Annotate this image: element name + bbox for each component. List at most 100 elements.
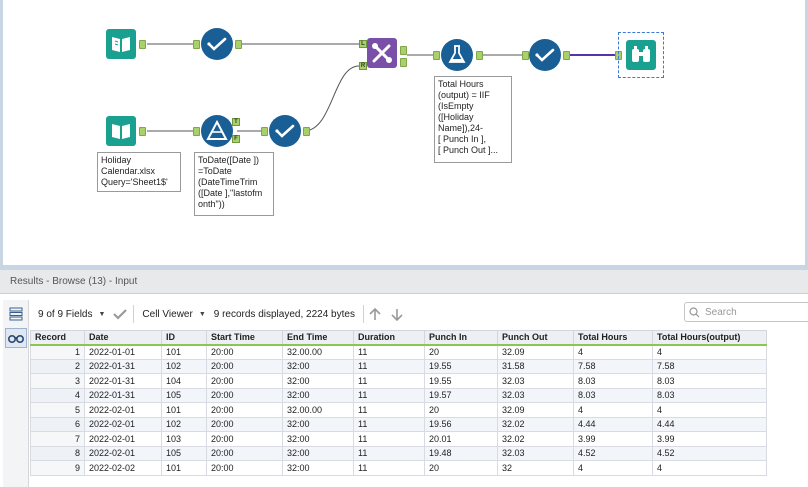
table-cell[interactable]: 5 bbox=[30, 402, 85, 418]
table-cell[interactable]: 101 bbox=[161, 344, 207, 360]
formula-tool-2[interactable] bbox=[441, 39, 473, 71]
table-cell[interactable]: 32:00 bbox=[282, 460, 354, 476]
table-cell[interactable]: 20:00 bbox=[206, 373, 283, 389]
table-cell[interactable]: 19.55 bbox=[424, 358, 498, 374]
table-cell[interactable]: 32.00.00 bbox=[282, 402, 354, 418]
input-anchor[interactable] bbox=[193, 40, 200, 49]
table-cell[interactable]: 8.03 bbox=[573, 387, 653, 403]
table-cell[interactable]: 2022-01-31 bbox=[84, 373, 162, 389]
output-anchor[interactable] bbox=[139, 127, 146, 136]
table-cell[interactable]: 102 bbox=[161, 416, 207, 432]
join-right-anchor[interactable]: R bbox=[359, 62, 367, 70]
input-anchor[interactable] bbox=[433, 51, 440, 60]
input-anchor[interactable] bbox=[522, 51, 529, 60]
output-anchor[interactable] bbox=[235, 40, 242, 49]
output-anchor[interactable] bbox=[139, 40, 146, 49]
table-cell[interactable]: 32.03 bbox=[497, 445, 574, 461]
input-data-tool-2[interactable] bbox=[106, 116, 136, 146]
table-cell[interactable]: 8.03 bbox=[573, 373, 653, 389]
table-cell[interactable]: 11 bbox=[353, 387, 425, 403]
table-row[interactable]: 3 2022-01-31 104 20:00 32:00 11 19.55 32.03 8.03… bbox=[30, 373, 767, 389]
column-header[interactable]: Start Time bbox=[206, 330, 283, 346]
fields-dropdown[interactable]: 9 of 9 Fields ▼ bbox=[30, 304, 113, 324]
table-row[interactable]: 8 2022-02-01 105 20:00 32:00 11 19.48 32.03 4.52… bbox=[30, 445, 767, 461]
input-data-tool-1[interactable] bbox=[106, 29, 136, 59]
table-cell[interactable]: 11 bbox=[353, 402, 425, 418]
table-cell[interactable]: 1 bbox=[30, 344, 85, 360]
browse-view-button[interactable] bbox=[5, 328, 27, 348]
table-cell[interactable]: 4.52 bbox=[573, 445, 653, 461]
select-tool-2[interactable] bbox=[269, 115, 301, 147]
table-cell[interactable]: 2022-01-31 bbox=[84, 358, 162, 374]
table-cell[interactable]: 32:00 bbox=[282, 416, 354, 432]
table-cell[interactable]: 3.99 bbox=[573, 431, 653, 447]
table-cell[interactable]: 32 bbox=[497, 460, 574, 476]
table-cell[interactable]: 2022-02-01 bbox=[84, 431, 162, 447]
table-row[interactable]: 9 2022-02-02 101 20:00 32:00 11 20 32 4 4 bbox=[30, 460, 767, 476]
formula-tool-1[interactable] bbox=[201, 115, 233, 147]
data-view-button[interactable] bbox=[5, 304, 27, 324]
column-header[interactable]: Total Hours(output) bbox=[652, 330, 767, 346]
table-cell[interactable]: 11 bbox=[353, 373, 425, 389]
table-cell[interactable]: 4 bbox=[652, 344, 767, 360]
search-box[interactable] bbox=[684, 302, 808, 322]
table-cell[interactable]: 105 bbox=[161, 387, 207, 403]
column-header[interactable]: End Time bbox=[282, 330, 354, 346]
table-row[interactable]: 6 2022-02-01 102 20:00 32:00 11 19.56 32.02 4.44… bbox=[30, 416, 767, 432]
table-cell[interactable]: 4 bbox=[573, 460, 653, 476]
table-cell[interactable]: 105 bbox=[161, 445, 207, 461]
table-cell[interactable]: 7 bbox=[30, 431, 85, 447]
results-grid[interactable]: Record Date ID Start Time End Time Duration Pu… bbox=[30, 330, 767, 476]
table-cell[interactable]: 31.58 bbox=[497, 358, 574, 374]
table-cell[interactable]: 4.44 bbox=[652, 416, 767, 432]
table-cell[interactable]: 8.03 bbox=[652, 373, 767, 389]
input-anchor[interactable] bbox=[261, 127, 268, 136]
table-cell[interactable]: 19.56 bbox=[424, 416, 498, 432]
table-row[interactable]: 4 2022-01-31 105 20:00 32:00 11 19.57 32.03 8.03… bbox=[30, 387, 767, 403]
column-header[interactable]: Total Hours bbox=[573, 330, 653, 346]
table-cell[interactable]: 101 bbox=[161, 402, 207, 418]
table-cell[interactable]: 2022-02-01 bbox=[84, 402, 162, 418]
table-cell[interactable]: 11 bbox=[353, 460, 425, 476]
table-cell[interactable]: 32:00 bbox=[282, 373, 354, 389]
scroll-up-button[interactable] bbox=[364, 304, 386, 324]
table-cell[interactable]: 2 bbox=[30, 358, 85, 374]
join-left-anchor[interactable]: L bbox=[359, 40, 367, 48]
table-cell[interactable]: 32.03 bbox=[497, 387, 574, 403]
table-cell[interactable]: 3 bbox=[30, 373, 85, 389]
output-anchor[interactable] bbox=[400, 58, 407, 67]
output-anchor[interactable] bbox=[303, 127, 310, 136]
table-cell[interactable]: 20:00 bbox=[206, 460, 283, 476]
column-header[interactable]: Date bbox=[84, 330, 162, 346]
table-cell[interactable]: 11 bbox=[353, 431, 425, 447]
table-cell[interactable]: 2022-02-01 bbox=[84, 445, 162, 461]
table-cell[interactable]: 4 bbox=[573, 402, 653, 418]
table-cell[interactable]: 20:00 bbox=[206, 402, 283, 418]
join-tool[interactable] bbox=[367, 38, 397, 68]
table-cell[interactable]: 32:00 bbox=[282, 431, 354, 447]
table-cell[interactable]: 32.03 bbox=[497, 373, 574, 389]
table-cell[interactable]: 8 bbox=[30, 445, 85, 461]
table-cell[interactable]: 20:00 bbox=[206, 387, 283, 403]
table-cell[interactable]: 20:00 bbox=[206, 431, 283, 447]
table-cell[interactable]: 4 bbox=[30, 387, 85, 403]
column-header[interactable]: ID bbox=[161, 330, 207, 346]
table-cell[interactable]: 32:00 bbox=[282, 445, 354, 461]
cell-viewer-dropdown[interactable]: Cell Viewer ▼ bbox=[134, 304, 213, 324]
browse-tool[interactable] bbox=[626, 40, 656, 70]
table-cell[interactable]: 11 bbox=[353, 445, 425, 461]
table-cell[interactable]: 6 bbox=[30, 416, 85, 432]
search-input[interactable] bbox=[705, 306, 805, 318]
table-row[interactable]: 2 2022-01-31 102 20:00 32:00 11 19.55 31.58 7.58… bbox=[30, 358, 767, 374]
table-cell[interactable]: 19.55 bbox=[424, 373, 498, 389]
table-cell[interactable]: 2022-02-01 bbox=[84, 416, 162, 432]
table-cell[interactable]: 11 bbox=[353, 344, 425, 360]
column-header[interactable]: Record bbox=[30, 330, 85, 346]
column-header[interactable]: Duration bbox=[353, 330, 425, 346]
table-cell[interactable]: 20 bbox=[424, 460, 498, 476]
table-cell[interactable]: 32:00 bbox=[282, 387, 354, 403]
table-cell[interactable]: 8.03 bbox=[652, 387, 767, 403]
table-cell[interactable]: 19.48 bbox=[424, 445, 498, 461]
select-tool-3[interactable] bbox=[529, 39, 561, 71]
table-cell[interactable]: 20:00 bbox=[206, 358, 283, 374]
